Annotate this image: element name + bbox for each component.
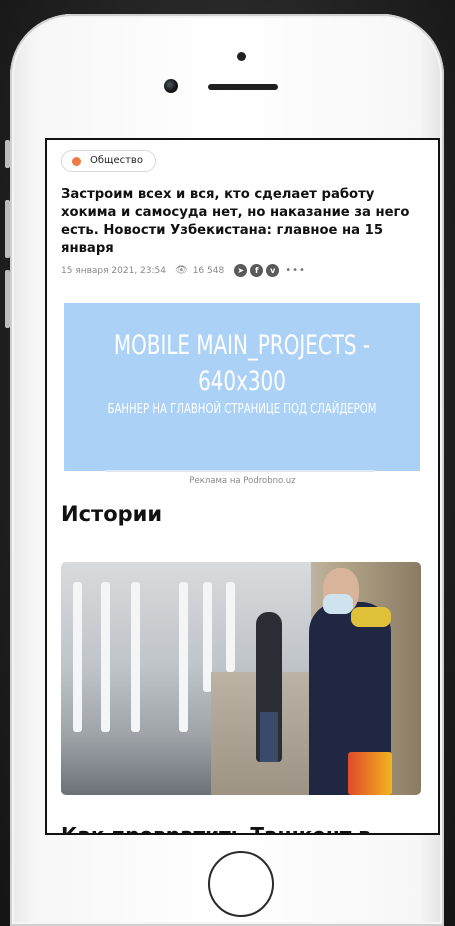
front-camera xyxy=(164,79,178,93)
volume-down-button xyxy=(5,270,10,328)
banner-title: MOBILE MAIN_PROJECTS - 640x300 xyxy=(96,328,388,400)
article-headline[interactable]: Застроим всех и вся, кто сделает работу … xyxy=(61,186,416,258)
train-window xyxy=(131,582,140,732)
phone-frame: Общество Застроим всех и вся, кто сделае… xyxy=(10,14,444,926)
shopping-bag xyxy=(348,752,392,795)
eye-icon: 👁 xyxy=(174,265,188,276)
vk-icon[interactable]: v xyxy=(266,264,280,277)
telegram-icon[interactable]: ➤ xyxy=(234,264,248,277)
section-title-stories: Истории xyxy=(61,502,163,526)
train-window xyxy=(226,582,235,672)
category-label: Общество xyxy=(90,155,143,166)
train-window xyxy=(73,582,82,732)
face-mask xyxy=(323,594,353,614)
train-window xyxy=(101,582,110,732)
train-window xyxy=(179,582,188,732)
person-hood xyxy=(351,607,391,627)
story-title[interactable]: Как превратить Ташкент в xyxy=(61,823,371,833)
view-count: 16 548 xyxy=(192,265,225,276)
banner-title-line1: MOBILE MAIN_PROJECTS - xyxy=(113,330,371,361)
person-far-legs xyxy=(260,712,278,762)
banner-subtitle: БАННЕР НА ГЛАВНОЙ СТРАНИЦЕ ПОД СЛАЙДЕРОМ xyxy=(107,402,377,417)
ad-caption: Реклама на Podrobno.uz xyxy=(189,476,296,486)
banner-divider xyxy=(105,470,375,472)
article-meta: 15 января 2021, 23:54 👁 16 548 ➤ f v ••• xyxy=(61,264,306,277)
mute-switch xyxy=(5,140,10,168)
more-icon[interactable]: ••• xyxy=(285,265,306,276)
ad-banner[interactable]: MOBILE MAIN_PROJECTS - 640x300 БАННЕР НА… xyxy=(64,303,420,471)
sensor-dot xyxy=(237,52,246,61)
earpiece-speaker xyxy=(208,84,278,90)
phone-screen: Общество Застроим всех и вся, кто сделае… xyxy=(45,138,440,835)
facebook-icon[interactable]: f xyxy=(250,264,264,277)
banner-title-line2: 640x300 xyxy=(198,366,286,397)
share-buttons: ➤ f v ••• xyxy=(234,264,306,277)
volume-up-button xyxy=(5,200,10,258)
article-date: 15 января 2021, 23:54 xyxy=(61,265,166,276)
category-dot-icon xyxy=(72,157,81,166)
category-badge[interactable]: Общество xyxy=(61,150,156,172)
home-button[interactable] xyxy=(208,851,274,917)
story-image[interactable] xyxy=(61,562,421,795)
